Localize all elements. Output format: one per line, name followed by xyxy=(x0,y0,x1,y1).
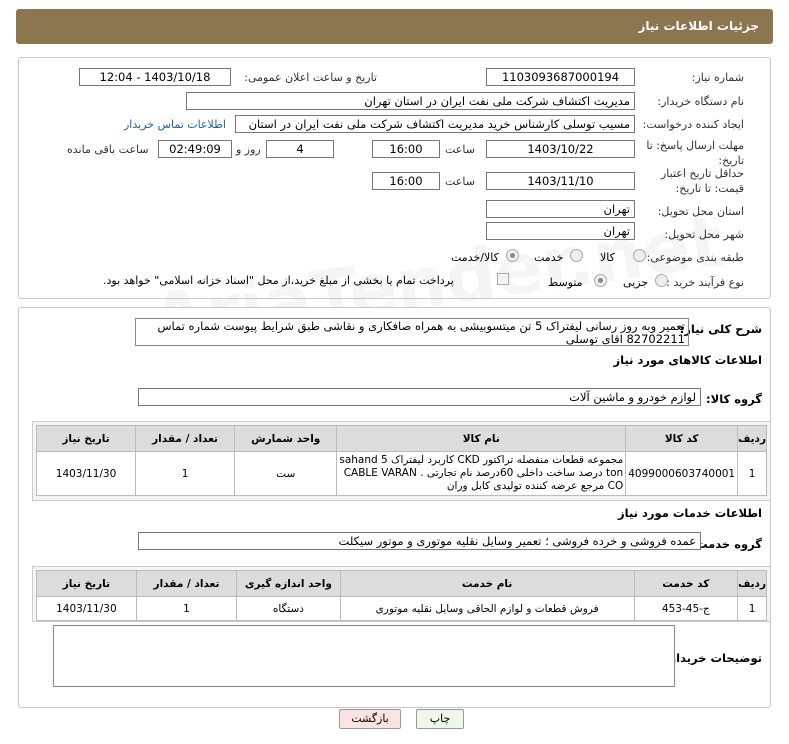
days-field: 4 xyxy=(266,140,334,158)
col-row: ردیف xyxy=(737,570,767,597)
services-group-field: عمده فروشی و خرده فروشی ؛ تعمیر وسایل نق… xyxy=(138,532,701,550)
process-medium-label: متوسط xyxy=(548,276,583,289)
process-small-label: جزیی xyxy=(623,276,649,289)
goods-group-field: لوازم خودرو و ماشین آلات xyxy=(138,388,701,406)
creator-label: ایجاد کننده درخواست: xyxy=(642,118,744,131)
col-unit: واحد شمارش xyxy=(234,425,338,452)
validity-time-field: 16:00 xyxy=(372,172,440,190)
category-both-radio[interactable] xyxy=(506,249,519,262)
description-label: شرح کلی نیاز: xyxy=(679,322,762,336)
contact-link[interactable]: اطلاعات تماس خریدار xyxy=(124,118,226,131)
col-date: تاریخ نیاز xyxy=(36,570,137,597)
announce-field: 1403/10/18 - 12:04 xyxy=(79,68,231,86)
cell-code: 4099000603740001 xyxy=(625,451,739,496)
buyer-label: نام دستگاه خریدار: xyxy=(657,95,744,108)
cell-qty: 1 xyxy=(135,451,236,496)
services-header-row: ردیف کد خدمت نام خدمت واحد اندازه گیری ت… xyxy=(36,570,767,597)
category-label: طبقه بندی موضوعی: xyxy=(646,251,744,264)
col-unit: واحد اندازه گیری xyxy=(236,570,341,597)
cell-date: 1403/11/30 xyxy=(36,596,137,621)
col-name: نام کالا xyxy=(336,425,627,452)
col-code: کد خدمت xyxy=(633,570,739,597)
goods-section-title: اطلاعات کالاهای مورد نیاز xyxy=(613,353,762,367)
table-row: 1 4099000603740001 مجموعه قطعات منفصله ت… xyxy=(35,451,767,496)
cell-name: فروش قطعات و لوازم الحاقی وسایل نقلیه مو… xyxy=(339,596,635,621)
need-number-label: شماره نیاز: xyxy=(691,71,744,84)
goods-group-label: گروه کالا: xyxy=(706,392,762,406)
page-header: جزئیات اطلاعات نیاز xyxy=(16,9,773,44)
col-name: نام خدمت xyxy=(339,570,635,597)
process-small-radio[interactable] xyxy=(655,274,668,287)
city-label: شهر محل تحویل: xyxy=(664,228,744,241)
category-both-label: کالا/خدمت xyxy=(451,251,499,264)
treasury-checkbox[interactable] xyxy=(497,273,509,285)
city-field: تهران xyxy=(486,222,635,240)
col-code: کد کالا xyxy=(625,425,739,452)
deadline-time-label: ساعت xyxy=(445,143,475,156)
deadline-label: مهلت ارسال پاسخ: تا تاریخ: xyxy=(646,139,744,167)
page-title: جزئیات اطلاعات نیاز xyxy=(638,19,759,33)
cell-row: 1 xyxy=(737,596,767,621)
description-field: تعمیر وبه روز رسانی لیفتراک 5 تن میتسوبی… xyxy=(135,318,689,346)
col-qty: تعداد / مقدار xyxy=(135,570,238,597)
col-date: تاریخ نیاز xyxy=(35,425,137,452)
goods-table: ردیف کد کالا نام کالا واحد شمارش تعداد /… xyxy=(35,425,767,496)
services-group-label: گروه خدمت: xyxy=(691,537,762,551)
goods-header-row: ردیف کد کالا نام کالا واحد شمارش تعداد /… xyxy=(35,425,767,452)
announce-label: تاریخ و ساعت اعلان عمومی: xyxy=(244,71,377,84)
col-qty: تعداد / مقدار xyxy=(135,425,236,452)
buyer-notes-label: توضیحات خریدار: xyxy=(664,651,762,665)
province-label: استان محل تحویل: xyxy=(657,205,744,218)
cell-date: 1403/11/30 xyxy=(35,451,137,496)
category-goods-label: کالا xyxy=(600,251,615,264)
deadline-date-field: 1403/10/22 xyxy=(486,140,635,158)
buyer-field: مدیریت اکتشاف شرکت ملی نفت ایران در استا… xyxy=(186,92,635,110)
cell-row: 1 xyxy=(737,451,767,496)
cell-code: ج-45-453 xyxy=(633,596,739,621)
payment-note: پرداخت تمام یا بخشی از مبلغ خرید،از محل … xyxy=(103,274,454,287)
cell-qty: 1 xyxy=(135,596,238,621)
cell-unit: دستگاه xyxy=(236,596,341,621)
process-label: نوع فرآیند خرید : xyxy=(666,276,744,289)
validity-label: حداقل تاریخ اعتبار قیمت: تا تاریخ: xyxy=(660,167,744,195)
need-number-field: 1103093687000194 xyxy=(486,68,635,86)
col-row: ردیف xyxy=(737,425,767,452)
validity-time-label: ساعت xyxy=(445,175,475,188)
cell-name: مجموعه قطعات منفصله تراکتور CKD کاربرد ل… xyxy=(336,451,627,496)
cell-unit: ست xyxy=(234,451,338,496)
validity-date-field: 1403/11/10 xyxy=(486,172,635,190)
category-service-radio[interactable] xyxy=(570,249,583,262)
creator-field: مسیب توسلی کارشناس خرید مدیریت اکتشاف شر… xyxy=(235,115,635,133)
print-button[interactable]: چاپ xyxy=(416,709,464,729)
category-goods-radio[interactable] xyxy=(633,249,646,262)
province-field: تهران xyxy=(486,200,635,218)
remaining-time-field: 02:49:09 xyxy=(158,140,232,158)
deadline-time-field: 16:00 xyxy=(372,140,440,158)
services-section-title: اطلاعات خدمات مورد نیاز xyxy=(618,506,762,520)
table-row: 1 ج-45-453 فروش قطعات و لوازم الحاقی وسا… xyxy=(36,596,767,621)
remaining-label: ساعت باقی مانده xyxy=(67,143,149,156)
back-button[interactable]: بازگشت xyxy=(339,709,401,729)
category-service-label: خدمت xyxy=(534,251,564,264)
process-medium-radio[interactable] xyxy=(594,274,607,287)
days-label: روز و xyxy=(236,143,261,156)
buyer-notes-field[interactable] xyxy=(53,625,675,687)
services-table: ردیف کد خدمت نام خدمت واحد اندازه گیری ت… xyxy=(36,570,767,621)
